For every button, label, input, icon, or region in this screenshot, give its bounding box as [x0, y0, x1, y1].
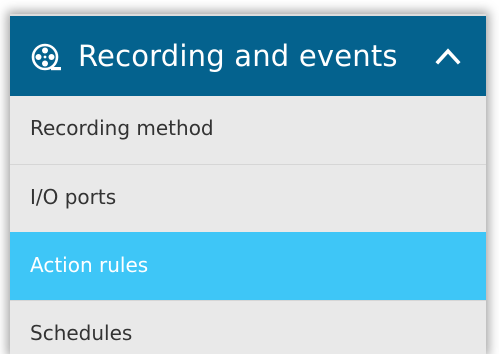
section-menu: Recording method I/O ports Action rules … — [10, 96, 486, 354]
menu-item-label: I/O ports — [30, 185, 117, 209]
menu-item-io-ports[interactable]: I/O ports — [10, 164, 486, 232]
film-reel-icon — [31, 43, 61, 71]
section-header-recording-and-events[interactable]: Recording and events — [10, 14, 486, 96]
settings-panel: Recording and events Recording method I/… — [10, 14, 486, 354]
menu-item-label: Recording method — [30, 116, 214, 140]
chevron-up-icon[interactable] — [435, 45, 461, 67]
section-title: Recording and events — [78, 39, 398, 73]
menu-item-recording-method[interactable]: Recording method — [10, 96, 486, 164]
menu-item-schedules[interactable]: Schedules — [10, 300, 486, 354]
menu-item-action-rules[interactable]: Action rules — [10, 232, 486, 300]
menu-item-label: Action rules — [30, 253, 149, 277]
menu-item-label: Schedules — [30, 321, 133, 345]
